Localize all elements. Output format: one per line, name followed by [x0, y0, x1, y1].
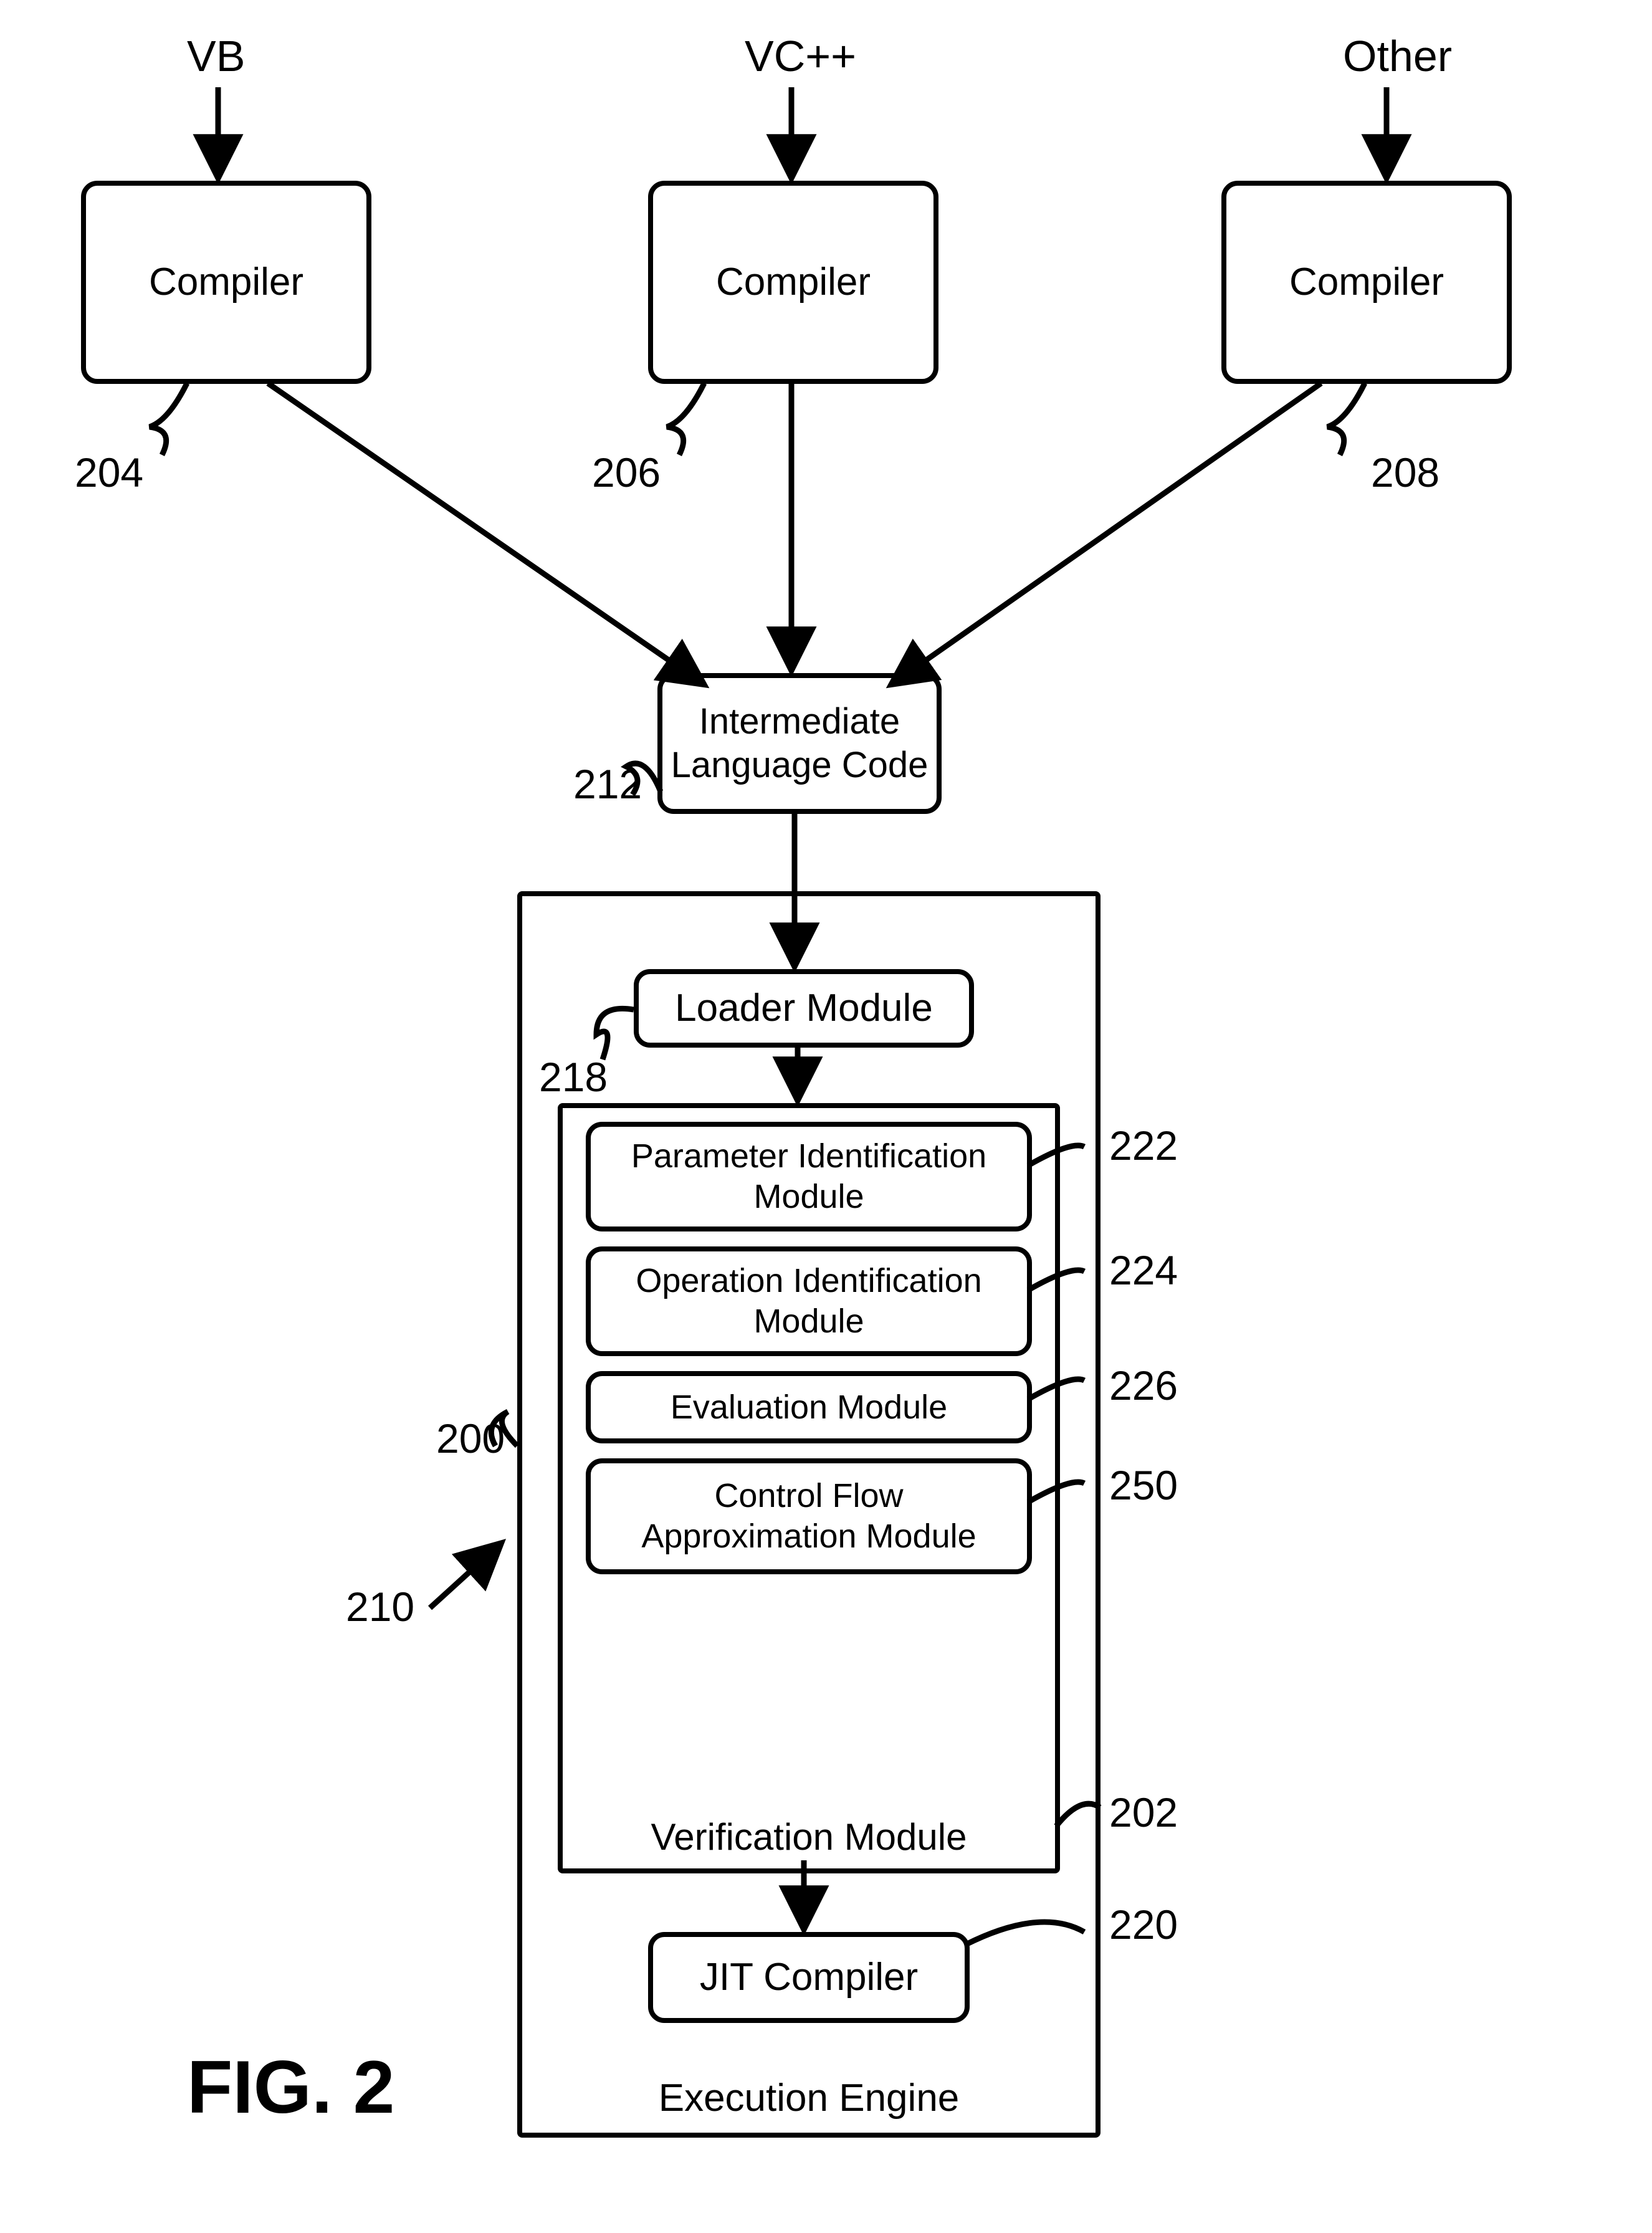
compiler-box-vcpp: Compiler	[648, 181, 938, 384]
loader-module-box: Loader Module	[634, 969, 974, 1048]
cfa-text: Control Flow Approximation Module	[641, 1476, 976, 1557]
op-id-module: Operation Identification Module	[586, 1246, 1032, 1356]
param-id-text: Parameter Identification Module	[631, 1136, 986, 1217]
source-label-vcpp: VC++	[745, 31, 856, 81]
ref-208: 208	[1371, 449, 1440, 496]
param-id-module: Parameter Identification Module	[586, 1122, 1032, 1231]
ref-206: 206	[592, 449, 661, 496]
loader-module-text: Loader Module	[675, 985, 933, 1031]
ref-204: 204	[75, 449, 143, 496]
ref-202: 202	[1109, 1789, 1178, 1836]
cfa-module: Control Flow Approximation Module	[586, 1458, 1032, 1574]
ref-200: 200	[436, 1415, 505, 1462]
intermediate-box: Intermediate Language Code	[657, 673, 942, 814]
ref-250: 250	[1109, 1461, 1178, 1509]
source-label-vb: VB	[187, 31, 245, 81]
jit-compiler-text: JIT Compiler	[700, 1954, 918, 2001]
figure-label: FIG. 2	[187, 2044, 394, 2130]
source-label-other: Other	[1343, 31, 1452, 81]
ref-224: 224	[1109, 1246, 1178, 1294]
figure-2-diagram: { "sources": { "vb": { "label": "VB", "b…	[0, 0, 1652, 2233]
jit-compiler-box: JIT Compiler	[648, 1932, 970, 2023]
ref-222: 222	[1109, 1122, 1178, 1169]
compiler-text-other: Compiler	[1289, 259, 1444, 305]
compiler-box-vb: Compiler	[81, 181, 371, 384]
verification-module-title: Verification Module	[651, 1815, 967, 1860]
compiler-text-vb: Compiler	[149, 259, 303, 305]
eval-module: Evaluation Module	[586, 1371, 1032, 1443]
intermediate-text: Intermediate Language Code	[671, 700, 929, 787]
ref-220: 220	[1109, 1901, 1178, 1948]
compiler-text-vcpp: Compiler	[716, 259, 871, 305]
ref-226: 226	[1109, 1362, 1178, 1409]
eval-text: Evaluation Module	[671, 1387, 947, 1428]
ref-218: 218	[539, 1053, 608, 1101]
ref-210: 210	[346, 1583, 414, 1630]
ref-212: 212	[573, 760, 642, 808]
op-id-text: Operation Identification Module	[636, 1261, 981, 1342]
execution-engine-title: Execution Engine	[659, 2075, 960, 2121]
compiler-box-other: Compiler	[1221, 181, 1512, 384]
